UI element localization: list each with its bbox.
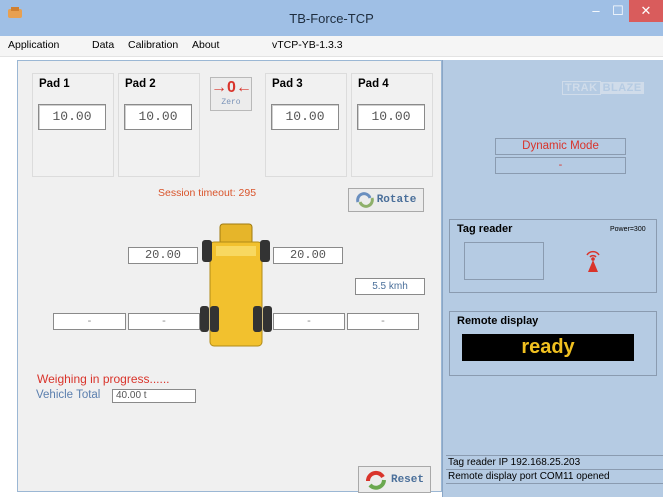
reset-icon (365, 470, 386, 490)
speed-value: 5.5 kmh (355, 278, 425, 295)
pad-3-card: Pad 3 10.00 (265, 73, 347, 177)
menu-about[interactable]: About (192, 39, 219, 51)
session-timeout: Session timeout: 295 (158, 187, 256, 199)
pad-1-label: Pad 1 (39, 78, 70, 90)
window-title: TB-Force-TCP (289, 11, 374, 26)
reset-button[interactable]: Reset (358, 466, 431, 493)
tag-reader-panel: Tag reader Power=300 (449, 219, 657, 293)
pad-3-value: 10.00 (271, 104, 339, 130)
rotate-label: Rotate (376, 194, 417, 206)
version-label: vTCP-YB-1.3.3 (272, 39, 343, 51)
minimize-button[interactable]: – (585, 0, 607, 22)
brand-part2: BLAZE (600, 82, 644, 94)
maximize-button[interactable]: ☐ (607, 0, 629, 22)
pad-1-value: 10.00 (38, 104, 106, 130)
menu-data[interactable]: Data (92, 39, 114, 51)
tag-reader-power: Power=300 (610, 226, 646, 233)
close-button[interactable]: ✕ (629, 0, 663, 22)
pad-2-value: 10.00 (124, 104, 192, 130)
pad-2-card: Pad 2 10.00 (118, 73, 200, 177)
vehicle-total-label: Vehicle Total (36, 389, 101, 401)
rear-axle-box-3: - (273, 313, 345, 330)
title-bar: TB-Force-TCP – ☐ ✕ (0, 0, 663, 36)
brand-logo: TRAK BLAZE (562, 81, 644, 95)
pad-4-value: 10.00 (357, 104, 425, 130)
mode-sub: - (495, 157, 626, 174)
mode-label: Dynamic Mode (495, 138, 626, 155)
antenna-icon (582, 247, 604, 273)
log-area: Tag reader IP 192.168.25.203 Remote disp… (446, 455, 663, 484)
menu-bar: Application Data Calibration About vTCP-… (0, 36, 663, 57)
truck-icon (198, 222, 274, 350)
tag-reader-title: Tag reader (457, 223, 513, 235)
pad-4-card: Pad 4 10.00 (351, 73, 433, 177)
pad-3-label: Pad 3 (272, 78, 303, 90)
weighing-status: Weighing in progress...... (37, 372, 170, 386)
log-line-2: Remote display port COM11 opened (446, 470, 663, 484)
zero-button-label: Zero (221, 98, 241, 107)
zero-button[interactable]: →0← Zero (210, 77, 252, 111)
rear-axle-box-4: - (347, 313, 419, 330)
rotate-icon (355, 192, 374, 208)
rotate-button[interactable]: Rotate (348, 188, 424, 212)
tag-reader-display (464, 242, 544, 280)
axle-right-value: 20.00 (273, 247, 343, 264)
rear-axle-box-1: - (53, 313, 126, 330)
menu-calibration[interactable]: Calibration (128, 39, 178, 51)
vehicle-total-value: 40.00 t (112, 389, 196, 403)
session-timeout-value: 295 (238, 187, 257, 199)
remote-display-panel: Remote display ready (449, 311, 657, 376)
remote-display-title: Remote display (457, 315, 539, 327)
rear-axle-box-2: - (128, 313, 200, 330)
reset-label: Reset (390, 473, 424, 486)
brand-part1: TRAK (562, 81, 601, 95)
session-timeout-label: Session timeout: (158, 187, 236, 199)
log-line-1: Tag reader IP 192.168.25.203 (446, 456, 663, 470)
pad-1-card: Pad 1 10.00 (32, 73, 114, 177)
pad-4-label: Pad 4 (358, 78, 389, 90)
zero-arrows-icon: →0← (211, 79, 252, 96)
menu-application[interactable]: Application (8, 39, 59, 51)
axle-left-value: 20.00 (128, 247, 198, 264)
remote-display-screen: ready (462, 334, 634, 361)
pad-2-label: Pad 2 (125, 78, 156, 90)
